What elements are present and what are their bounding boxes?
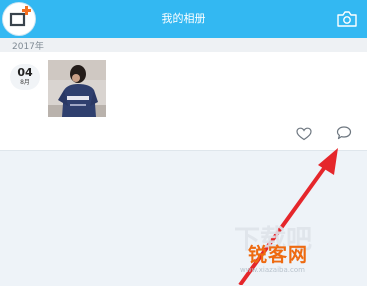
camera-icon <box>337 11 357 27</box>
year-divider: 2017年 <box>0 38 367 52</box>
photo-image <box>48 60 106 117</box>
post-month: 8月 <box>20 79 30 86</box>
comment-icon <box>336 126 352 140</box>
post-date: 04 8月 <box>10 64 40 90</box>
top-app-bar: 我的相册 <box>0 0 367 38</box>
camera-button[interactable] <box>336 10 358 28</box>
post-day: 04 <box>17 66 33 79</box>
post-photo-thumbnail[interactable] <box>48 60 106 117</box>
page-title: 我的相册 <box>161 12 206 25</box>
comment-button[interactable] <box>336 125 352 141</box>
year-label: 2017年 <box>12 42 44 52</box>
album-post-card: 04 8月 <box>0 52 367 151</box>
watermark-brand: 锐客网 <box>248 244 309 266</box>
heart-icon <box>296 127 312 141</box>
watermark: 下载吧 锐客网 www.xiazaiba.com <box>228 218 364 282</box>
watermark-url: www.xiazaiba.com <box>240 266 305 274</box>
like-button[interactable] <box>296 126 312 141</box>
